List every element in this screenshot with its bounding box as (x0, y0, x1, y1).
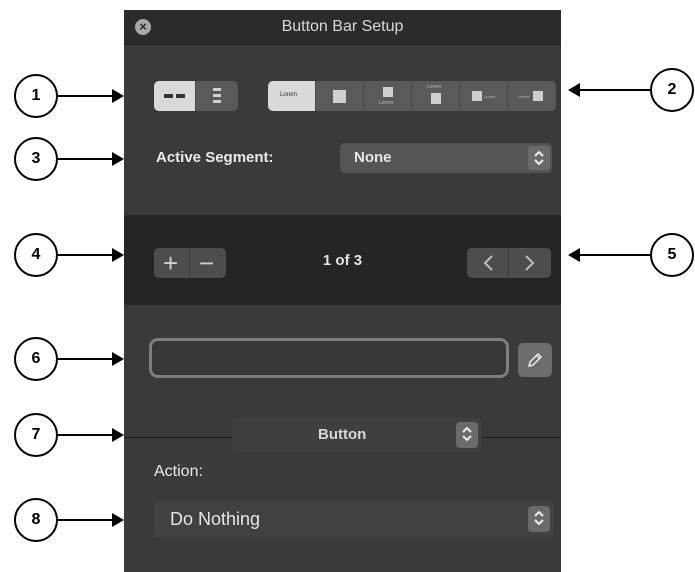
arrowhead-right-icon (112, 152, 124, 166)
previous-segment-button[interactable] (467, 248, 509, 278)
horizontal-layout-option[interactable] (154, 81, 196, 111)
vertical-layout-icon (213, 88, 221, 91)
image-only-icon (333, 90, 346, 103)
titlebar: × Button Bar Setup (124, 10, 561, 45)
horizontal-layout-icon (164, 94, 173, 98)
style-text-left-of-image[interactable]: Lorem (508, 81, 556, 111)
style-image-left-of-text[interactable]: Lorem (460, 81, 508, 111)
vertical-layout-icon-part (213, 100, 221, 103)
segment-type-popup[interactable]: Button (232, 418, 482, 452)
arrowhead-right-icon (112, 513, 124, 527)
text-above-image-icon (431, 93, 441, 104)
prev-next-buttons (467, 248, 551, 278)
style-sample-text: Lorem (280, 92, 298, 98)
display-style-control: Lorem Lorem Lorem Lorem Lorem (268, 81, 556, 111)
button-bar-setup-panel: × Button Bar Setup Lorem Lorem Lorem Lor… (124, 10, 561, 572)
callout-1: 1 (14, 74, 58, 118)
text-left-of-image-icon (533, 91, 543, 101)
vertical-layout-icon-part (213, 94, 221, 97)
image-above-text-icon (383, 87, 393, 97)
arrowhead-right-icon (112, 352, 124, 366)
arrowhead-right-icon (112, 428, 124, 442)
callout-4-arrow (58, 254, 118, 256)
pencil-icon (527, 352, 543, 368)
action-label: Action: (154, 463, 203, 480)
segment-name-field[interactable] (149, 338, 509, 378)
active-segment-label: Active Segment: (156, 149, 274, 166)
vertical-layout-option[interactable] (196, 81, 238, 111)
callout-7: 7 (14, 413, 58, 457)
arrowhead-left-icon (568, 248, 580, 262)
style-text-only[interactable]: Lorem (268, 81, 316, 111)
window-title: Button Bar Setup (281, 18, 404, 35)
horizontal-layout-icon-part (176, 94, 185, 98)
callout-3: 3 (14, 137, 58, 181)
callout-8: 8 (14, 498, 58, 542)
active-segment-popup[interactable]: None (340, 143, 552, 173)
arrowhead-right-icon (112, 248, 124, 262)
style-sample-text: Lorem (484, 94, 496, 99)
style-image-above-text[interactable]: Lorem (364, 81, 412, 111)
segment-type-value: Button (318, 426, 367, 443)
style-sample-text: Lorem (518, 94, 530, 99)
popup-arrows-icon (456, 422, 478, 448)
arrowhead-right-icon (112, 89, 124, 103)
callout-5: 5 (650, 233, 694, 277)
layout-toggle (154, 81, 238, 111)
callout-2: 2 (650, 68, 694, 112)
popup-arrows-icon (528, 146, 550, 170)
segment-navigation-bar: + − 1 of 3 (124, 215, 561, 305)
callout-7-arrow (58, 434, 118, 436)
callout-6: 6 (14, 337, 58, 381)
chevron-right-icon (525, 255, 535, 271)
callout-5-arrow (580, 254, 650, 256)
style-image-only[interactable] (316, 81, 364, 111)
image-left-of-text-icon (472, 91, 482, 101)
chevron-left-icon (483, 255, 493, 271)
arrowhead-left-icon (568, 83, 580, 97)
callout-8-arrow (58, 519, 118, 521)
callout-1-arrow (58, 95, 118, 97)
popup-arrows-icon (528, 506, 550, 532)
action-value: Do Nothing (170, 509, 261, 529)
active-segment-value: None (354, 149, 392, 166)
next-segment-button[interactable] (509, 248, 551, 278)
callout-2-arrow (580, 89, 650, 91)
edit-name-button[interactable] (518, 343, 552, 377)
style-text-above-image[interactable]: Lorem (412, 81, 460, 111)
style-sample-text: Lorem (379, 100, 394, 106)
action-popup[interactable]: Do Nothing (154, 500, 554, 538)
callout-6-arrow (58, 358, 118, 360)
callout-3-arrow (58, 158, 118, 160)
callout-4: 4 (14, 233, 58, 277)
style-sample-text: Lorem (427, 84, 442, 90)
